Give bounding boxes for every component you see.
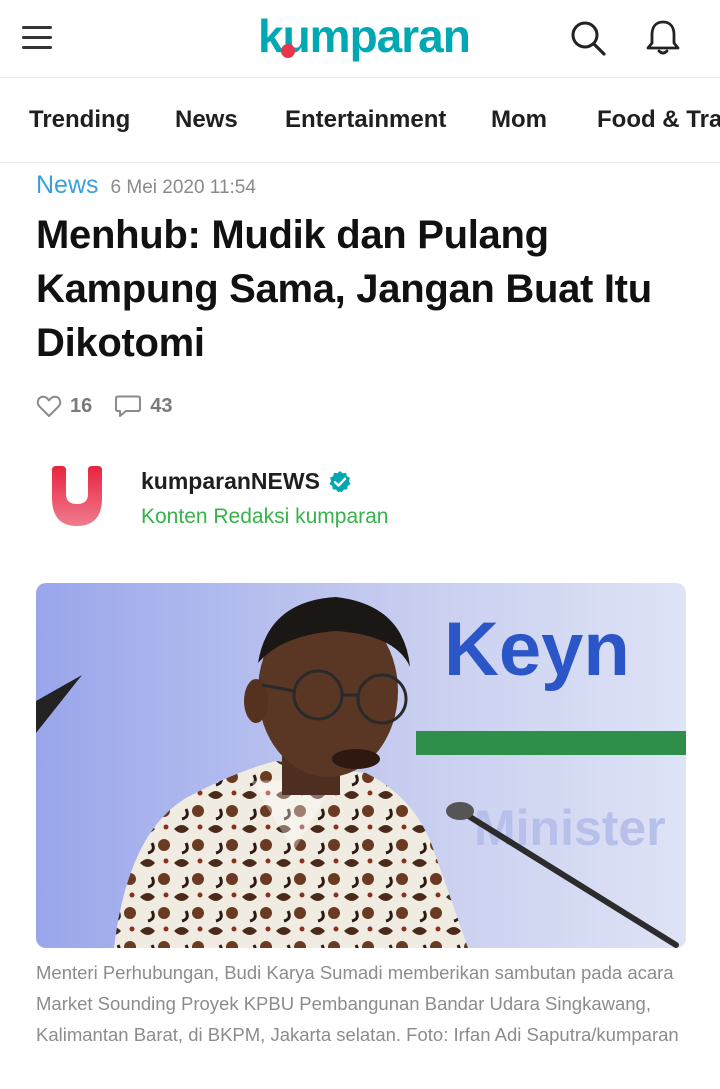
author-name[interactable]: kumparanNEWS: [141, 468, 320, 495]
comment-count: 43: [150, 394, 173, 417]
bell-icon[interactable]: [644, 18, 682, 56]
category-food-travel[interactable]: Food & Travel: [597, 106, 720, 134]
search-icon[interactable]: [570, 20, 606, 56]
comment-icon: [115, 395, 142, 417]
menu-icon[interactable]: [22, 24, 52, 52]
publish-date: 6 Mei 2020 11:54: [110, 177, 256, 198]
like-button[interactable]: 16: [36, 394, 92, 418]
article-photo[interactable]: Keyn Minister: [36, 583, 686, 948]
category-nav: Trending News Entertainment Mom Food & T…: [0, 79, 720, 163]
author-block: kumparanNEWS Konten Redaksi kumparan: [36, 458, 676, 538]
article-title: Menhub: Mudik dan Pulang Kampung Sama, J…: [36, 213, 652, 365]
verified-badge-icon: [329, 471, 351, 493]
top-bar: kumparan: [0, 0, 720, 78]
article-meta: News 6 Mei 2020 11:54: [36, 171, 256, 203]
backdrop-sign-text: Keyn: [444, 607, 630, 692]
like-count: 16: [70, 394, 93, 417]
kumparan-logo[interactable]: kumparan: [258, 6, 471, 66]
backdrop-sign-text-secondary: Minister: [474, 800, 666, 856]
comment-button[interactable]: 43: [114, 394, 173, 418]
heart-icon: [36, 395, 62, 417]
reactions-bar: 16 43: [36, 393, 173, 419]
speaker-photo-image: Keyn Minister: [36, 583, 686, 948]
category-mom[interactable]: Mom: [491, 106, 547, 134]
kumparan-news-logo-icon[interactable]: [46, 464, 108, 530]
category-news[interactable]: News: [175, 106, 238, 134]
author-subtitle[interactable]: Konten Redaksi kumparan: [141, 505, 388, 529]
category-entertainment[interactable]: Entertainment: [285, 106, 446, 134]
photo-caption: Menteri Perhubungan, Budi Karya Sumadi m…: [36, 962, 679, 1045]
section-link[interactable]: News: [36, 171, 99, 199]
category-trending[interactable]: Trending: [29, 106, 130, 134]
logo-accent-dot: [281, 44, 295, 58]
